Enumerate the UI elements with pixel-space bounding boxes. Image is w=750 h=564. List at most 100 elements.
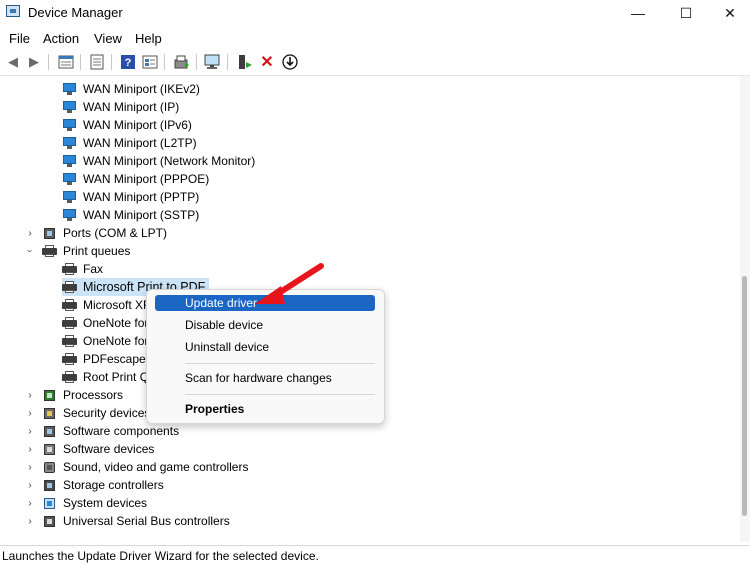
chevron-right-icon[interactable]: › — [25, 404, 35, 422]
tree-item-printer[interactable]: Microsoft XF — [62, 296, 150, 314]
menu-separator — [185, 394, 375, 395]
tree-item-printer[interactable]: OneNote for — [62, 332, 148, 350]
toolbar-separator — [196, 54, 197, 70]
tree-category-usb-controllers[interactable]: Universal Serial Bus controllers — [42, 512, 230, 530]
network-adapter-icon — [62, 208, 77, 222]
forward-icon[interactable]: ▶ — [25, 53, 43, 71]
scan-hardware-icon[interactable] — [204, 53, 222, 71]
printer-icon — [62, 371, 77, 383]
tree-item-printer[interactable]: Root Print Q — [62, 368, 149, 386]
printer-icon — [62, 281, 77, 293]
processor-icon — [42, 389, 57, 402]
tree-item-wan-miniport[interactable]: WAN Miniport (SSTP) — [62, 206, 199, 224]
tree-category-ports[interactable]: Ports (COM & LPT) — [42, 224, 167, 242]
tree-item-wan-miniport[interactable]: WAN Miniport (IPv6) — [62, 116, 192, 134]
enable-device-icon[interactable] — [236, 53, 254, 71]
tree-category-software-devices[interactable]: Software devices — [42, 440, 154, 458]
minimize-button[interactable]: — — [614, 0, 662, 26]
software-device-icon — [42, 443, 57, 456]
status-bar: Launches the Update Driver Wizard for th… — [0, 545, 750, 564]
tree-category-processors[interactable]: Processors — [42, 386, 123, 404]
toolbar-separator — [164, 54, 165, 70]
usb-icon — [42, 515, 57, 528]
toolbar-separator — [80, 54, 81, 70]
software-component-icon — [42, 425, 57, 438]
printer-icon — [62, 317, 77, 329]
menu-bar: File Action View Help — [0, 27, 750, 49]
network-adapter-icon — [62, 82, 77, 96]
menu-item-uninstall-device[interactable]: Uninstall device — [155, 339, 375, 355]
chevron-right-icon[interactable]: › — [25, 440, 35, 458]
maximize-button[interactable]: ☐ — [662, 0, 710, 26]
svg-text:?: ? — [125, 57, 132, 69]
chevron-right-icon[interactable]: › — [25, 494, 35, 512]
tree-item-printer[interactable]: PDFescape D — [62, 350, 158, 368]
update-driver-icon[interactable] — [173, 53, 191, 71]
disable-device-icon[interactable] — [281, 53, 299, 71]
printer-icon — [62, 299, 77, 311]
menu-view[interactable]: View — [94, 31, 122, 46]
network-adapter-icon — [62, 154, 77, 168]
close-button[interactable]: ✕ — [706, 0, 750, 26]
security-device-icon — [42, 407, 57, 420]
scrollbar-thumb[interactable] — [742, 276, 747, 516]
back-icon[interactable]: ◀ — [4, 53, 22, 71]
context-menu: Update driver Disable device Uninstall d… — [146, 289, 385, 424]
uninstall-device-icon[interactable]: ✕ — [258, 53, 276, 71]
printer-icon — [42, 245, 57, 257]
chevron-right-icon[interactable]: › — [25, 224, 35, 242]
tree-category-storage-controllers[interactable]: Storage controllers — [42, 476, 164, 494]
tree-item-wan-miniport[interactable]: WAN Miniport (IP) — [62, 98, 179, 116]
tree-item-wan-miniport[interactable]: WAN Miniport (PPTP) — [62, 188, 199, 206]
chevron-right-icon[interactable]: › — [25, 476, 35, 494]
network-adapter-icon — [62, 172, 77, 186]
tree-item-printer[interactable]: Fax — [62, 260, 103, 278]
chevron-right-icon[interactable]: › — [25, 386, 35, 404]
system-device-icon — [42, 497, 57, 510]
storage-controller-icon — [42, 479, 57, 492]
printer-icon — [62, 335, 77, 347]
chevron-right-icon[interactable]: › — [25, 458, 35, 476]
tree-category-sound-video-game[interactable]: Sound, video and game controllers — [42, 458, 248, 476]
view-icon[interactable] — [141, 53, 159, 71]
title-bar: Device Manager — ☐ ✕ — [0, 0, 750, 26]
speaker-icon — [42, 461, 57, 474]
menu-file[interactable]: File — [9, 31, 30, 46]
menu-help[interactable]: Help — [135, 31, 162, 46]
menu-action[interactable]: Action — [43, 31, 79, 46]
tree-category-print-queues[interactable]: Print queues — [42, 242, 130, 260]
chevron-right-icon[interactable]: › — [25, 422, 35, 440]
toolbar: ◀ ▶ ? ✕ — [0, 49, 750, 76]
network-adapter-icon — [62, 118, 77, 132]
properties-icon[interactable] — [88, 53, 106, 71]
menu-separator — [185, 363, 375, 364]
tree-item-wan-miniport[interactable]: WAN Miniport (L2TP) — [62, 134, 197, 152]
network-adapter-icon — [62, 136, 77, 150]
network-adapter-icon — [62, 100, 77, 114]
ports-icon — [42, 227, 57, 240]
device-manager-window: Device Manager — ☐ ✕ File Action View He… — [0, 0, 750, 564]
menu-item-scan-hardware[interactable]: Scan for hardware changes — [155, 370, 375, 386]
tree-category-security-devices[interactable]: Security devices — [42, 404, 150, 422]
show-hidden-icon[interactable] — [57, 53, 75, 71]
tree-category-software-components[interactable]: Software components — [42, 422, 179, 440]
window-title: Device Manager — [28, 5, 123, 20]
status-text: Launches the Update Driver Wizard for th… — [2, 549, 319, 563]
chevron-right-icon[interactable]: › — [25, 512, 35, 530]
toolbar-separator — [48, 54, 49, 70]
chevron-down-icon[interactable]: › — [21, 246, 39, 256]
menu-item-properties[interactable]: Properties — [155, 401, 375, 417]
menu-item-disable-device[interactable]: Disable device — [155, 317, 375, 333]
help-icon[interactable]: ? — [119, 53, 137, 71]
tree-item-wan-miniport[interactable]: WAN Miniport (Network Monitor) — [62, 152, 255, 170]
toolbar-separator — [227, 54, 228, 70]
network-adapter-icon — [62, 190, 77, 204]
tree-category-system-devices[interactable]: System devices — [42, 494, 147, 512]
toolbar-separator — [111, 54, 112, 70]
printer-icon — [62, 353, 77, 365]
tree-item-wan-miniport[interactable]: WAN Miniport (IKEv2) — [62, 80, 200, 98]
printer-icon — [62, 263, 77, 275]
tree-item-printer[interactable]: OneNote for — [62, 314, 148, 332]
vertical-scrollbar[interactable] — [740, 76, 750, 542]
tree-item-wan-miniport[interactable]: WAN Miniport (PPPOE) — [62, 170, 209, 188]
